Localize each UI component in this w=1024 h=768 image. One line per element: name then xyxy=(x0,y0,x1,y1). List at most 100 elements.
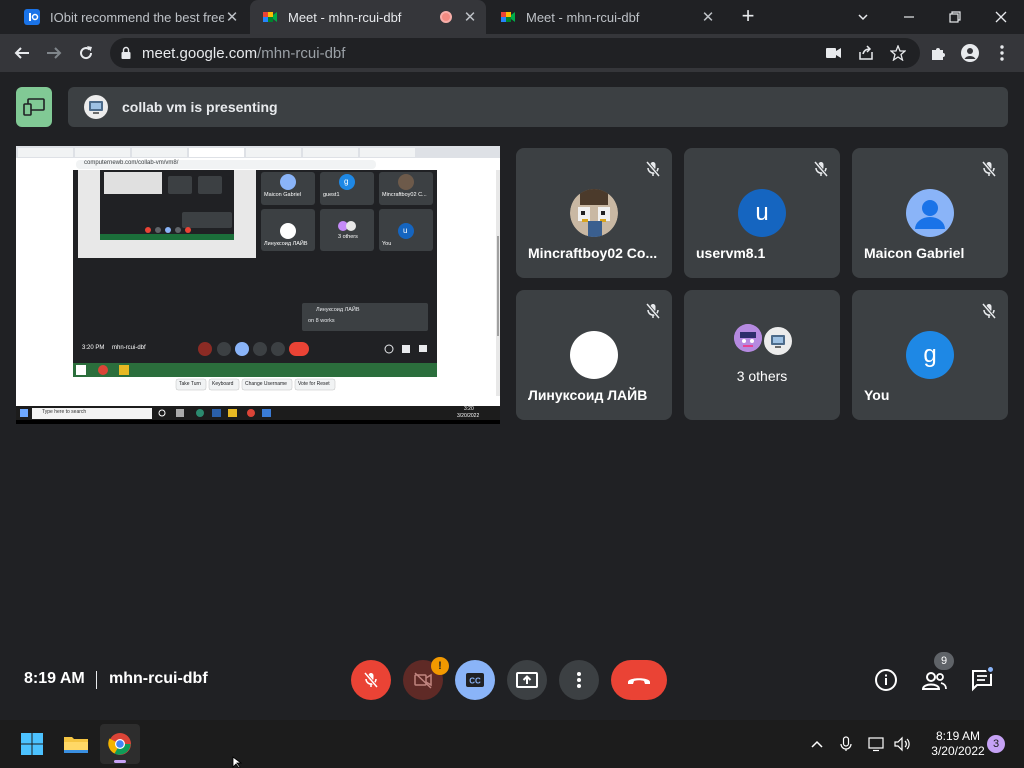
present-now-button[interactable] xyxy=(507,660,547,700)
file-explorer-button[interactable] xyxy=(56,724,96,764)
show-hidden-icons-button[interactable] xyxy=(806,724,828,764)
taskbar-clock[interactable]: 8:19 AM 3/20/2022 xyxy=(918,729,998,759)
participant-name: You xyxy=(864,387,890,403)
back-arrow-icon[interactable] xyxy=(10,41,34,65)
participant-tile-maicon[interactable]: Maicon Gabriel xyxy=(852,148,1008,278)
info-icon xyxy=(875,669,897,691)
presenting-banner: collab vm is presenting xyxy=(68,87,1008,127)
shared-tile-name: Maicon Gabriel xyxy=(264,192,301,198)
tab-title: Meet - mhn-rcui-dbf xyxy=(288,9,402,25)
mic-off-icon xyxy=(645,303,661,319)
shared-tile-name: Mincraftboy02 C... xyxy=(382,192,427,198)
camera-in-use-icon[interactable] xyxy=(824,43,844,63)
end-call-icon xyxy=(628,678,650,684)
lock-icon xyxy=(120,46,132,65)
participant-name: Mincraftboy02 Co... xyxy=(528,245,658,261)
share-icon[interactable] xyxy=(856,43,876,63)
tab-meet-2[interactable]: Meet - mhn-rcui-dbf ✕ xyxy=(488,0,724,34)
tab-meet-active[interactable]: Meet - mhn-rcui-dbf ✕ xyxy=(250,0,486,34)
tab-close-icon[interactable]: ✕ xyxy=(224,8,240,26)
new-tab-button[interactable]: + xyxy=(736,5,760,29)
closed-captions-icon: CC xyxy=(466,673,484,687)
leave-call-button[interactable] xyxy=(611,660,667,700)
url-host: meet.google.com xyxy=(142,45,258,62)
avatar-letter: g xyxy=(923,341,937,368)
browser-tab-strip: IObit recommend the best free, f ✕ Meet … xyxy=(0,0,1024,34)
participant-name: Линуксоид ЛАЙВ xyxy=(528,387,648,403)
minimize-icon[interactable] xyxy=(886,0,932,34)
avatar: u xyxy=(738,189,786,237)
shared-tile-name: guest1 xyxy=(323,192,340,198)
tab-title: Meet - mhn-rcui-dbf xyxy=(526,9,640,25)
participant-tile-mincraftboy[interactable]: Mincraftboy02 Co... xyxy=(516,148,672,278)
participant-tile-uservm[interactable]: u uservm8.1 xyxy=(684,148,840,278)
shared-vm-button: Keyboard xyxy=(212,381,234,387)
meeting-details-button[interactable] xyxy=(872,666,900,694)
shared-vm-button: Take Turn xyxy=(179,381,201,387)
shared-tile-name: 3 others xyxy=(338,234,358,240)
people-count-badge: 9 xyxy=(934,652,954,670)
shared-tile-name: You xyxy=(382,241,392,247)
others-count-label: 3 others xyxy=(736,368,788,384)
more-options-button[interactable] xyxy=(559,660,599,700)
tab-close-icon[interactable]: ✕ xyxy=(462,8,478,26)
mic-off-icon xyxy=(813,161,829,177)
more-vert-icon xyxy=(577,672,581,688)
profile-icon[interactable] xyxy=(958,41,982,65)
shared-tile-letter: u xyxy=(403,226,408,235)
address-bar[interactable]: meet.google.com/mhn-rcui-dbf xyxy=(110,38,920,68)
others-avatar-2 xyxy=(762,325,794,357)
participant-tile-you[interactable]: g You xyxy=(852,290,1008,420)
captions-button[interactable]: CC xyxy=(455,660,495,700)
shared-clock-date: 3/20/2022 xyxy=(457,413,480,419)
microphone-toggle-button[interactable] xyxy=(351,660,391,700)
camera-warning-badge: ! xyxy=(431,657,449,675)
mic-off-icon xyxy=(981,161,997,177)
forward-arrow-icon[interactable] xyxy=(42,41,66,65)
network-icon xyxy=(868,737,884,752)
mouse-cursor-icon xyxy=(232,756,243,768)
reload-icon[interactable] xyxy=(74,41,98,65)
default-person-icon xyxy=(915,200,945,229)
volume-tray-button[interactable] xyxy=(890,724,914,764)
people-icon xyxy=(921,672,947,690)
extensions-puzzle-icon[interactable] xyxy=(926,41,950,65)
presentation-layout-button[interactable] xyxy=(16,87,52,127)
avatar: g xyxy=(906,331,954,379)
microphone-tray-button[interactable] xyxy=(835,724,857,764)
participant-tile-linuxoid[interactable]: Линуксоид ЛАЙВ xyxy=(516,290,672,420)
recording-indicator-icon xyxy=(440,11,452,23)
windows-taskbar xyxy=(0,720,1024,768)
participant-tile-others[interactable]: 3 others xyxy=(684,290,840,420)
bookmark-star-icon[interactable] xyxy=(888,43,908,63)
svg-text:CC: CC xyxy=(469,677,481,686)
avatar xyxy=(570,189,618,237)
window-close-icon[interactable] xyxy=(978,0,1024,34)
mic-off-icon xyxy=(645,161,661,177)
meet-favicon-icon xyxy=(262,9,278,25)
notification-count-badge[interactable]: 3 xyxy=(987,735,1005,753)
presenting-text: collab vm is presenting xyxy=(122,99,278,115)
computer-avatar-icon xyxy=(771,335,785,348)
restore-icon[interactable] xyxy=(932,0,978,34)
camera-off-icon xyxy=(414,672,432,689)
start-button[interactable] xyxy=(12,724,52,764)
others-avatar-1 xyxy=(734,324,762,352)
chrome-menu-icon[interactable] xyxy=(990,41,1014,65)
minecraft-avatar-icon xyxy=(570,189,618,237)
tab-search-icon[interactable] xyxy=(840,0,886,34)
divider xyxy=(96,671,97,689)
shared-vm-button: Vote for Reset xyxy=(298,381,330,387)
network-tray-button[interactable] xyxy=(866,724,888,764)
participant-name: Maicon Gabriel xyxy=(864,245,965,261)
shared-toast-title: Линуксоид ЛАЙВ xyxy=(316,307,360,313)
tab-close-icon[interactable]: ✕ xyxy=(700,8,716,26)
tab-iobit[interactable]: IObit recommend the best free, f ✕ xyxy=(12,0,248,34)
people-button[interactable] xyxy=(920,666,948,694)
chrome-taskbar-button[interactable] xyxy=(100,724,140,764)
clock-time: 8:19 AM xyxy=(935,729,981,743)
shared-tile-name: Линуксоид ЛАЙВ xyxy=(264,241,308,247)
shared-toast-sub: on 8 works xyxy=(308,318,335,324)
present-screen-icon xyxy=(23,98,45,116)
shared-vm-button: Change Username xyxy=(245,381,287,387)
